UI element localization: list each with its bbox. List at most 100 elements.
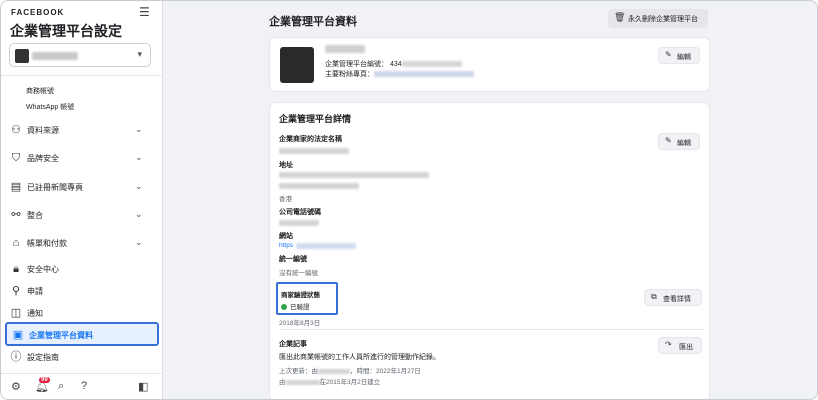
sidebar-item-label: 申請 xyxy=(27,287,43,296)
chevron-down-icon: ⌄ xyxy=(135,152,143,162)
business-summary-card: 企業管理平台編號： 434 主要粉絲專頁： ✎ 編輯 xyxy=(269,37,710,92)
verification-status-highlight: 商家驗證狀態 已驗證 xyxy=(276,282,338,315)
edit-label: 編輯 xyxy=(677,140,691,147)
account-name-redacted xyxy=(32,52,78,60)
verified-dot-icon xyxy=(281,304,287,310)
sidebar-divider xyxy=(1,75,163,76)
chevron-down-icon: ⌄ xyxy=(135,237,143,247)
sidebar-item-label: 已註冊新聞專頁 xyxy=(27,183,83,192)
details-title: 企業管理平台詳情 xyxy=(279,114,352,124)
sidebar-item-label: 安全中心 xyxy=(27,265,59,274)
verification-label: 商家驗證狀態 xyxy=(281,292,320,299)
window-frame: FACEBOOK ☰ 企業管理平台設定 ▾ 商務帳號 WhatsApp 帳號 ⚇… xyxy=(0,0,818,400)
website-link[interactable]: https xyxy=(279,242,293,249)
chevron-down-icon: ⌄ xyxy=(135,124,143,134)
sidebar-item-label: 帳單和付款 xyxy=(27,239,67,248)
created-suffix: 在2015年3月2日建立 xyxy=(319,379,381,386)
external-link-icon: ⧉ xyxy=(651,292,657,301)
notification-icon: ◫ xyxy=(10,307,22,319)
bank-icon: ⌂ xyxy=(12,237,20,249)
briefcase-icon: ▣ xyxy=(12,329,24,341)
phone-redacted xyxy=(279,220,319,226)
sidebar: FACEBOOK ☰ 企業管理平台設定 ▾ 商務帳號 WhatsApp 帳號 ⚇… xyxy=(1,1,163,399)
verification-date: 2018年8月3日 xyxy=(279,320,321,327)
primary-page-label: 主要粉絲專頁： xyxy=(325,71,374,78)
last-update-prefix: 上次更新：由 xyxy=(279,368,318,375)
edit-details-button[interactable]: ✎ 編輯 xyxy=(658,133,700,150)
section-divider xyxy=(279,329,703,330)
gear-icon[interactable]: ⚙ xyxy=(11,380,21,393)
business-name-redacted xyxy=(325,45,365,53)
sidebar-item-security-center[interactable]: 🔒︎ 安全中心 xyxy=(1,258,163,280)
sidebar-bottom-bar: ⚙ 🔔︎ 99 ⌕ ? ◧ xyxy=(1,373,163,399)
view-details-button[interactable]: ⧉ 查看詳情 xyxy=(644,289,702,306)
export-button[interactable]: ↷ 匯出 xyxy=(658,337,702,354)
last-update-line: 上次更新：由 ，時間：2022年1月27日 xyxy=(279,365,421,375)
pencil-icon: ✎ xyxy=(665,50,672,59)
lock-icon: 🔒︎ xyxy=(13,263,19,275)
sidebar-item-integrations[interactable]: ⚯ 整合 ⌄ xyxy=(1,204,163,226)
business-details-card: 企業管理平台詳情 企業商家的法定名稱 ✎ 編輯 地址 香港 公司電話號碼 網站 … xyxy=(269,102,710,399)
hamburger-menu-icon[interactable]: ☰ xyxy=(139,5,150,19)
redacted-user xyxy=(318,368,350,374)
legal-name-redacted xyxy=(279,148,349,154)
edit-summary-button[interactable]: ✎ 編輯 xyxy=(658,47,700,64)
legal-name-label: 企業商家的法定名稱 xyxy=(279,136,342,143)
edit-label: 編輯 xyxy=(677,54,691,61)
business-id-label: 企業管理平台編號： 434 xyxy=(325,61,402,68)
export-label: 匯出 xyxy=(679,344,693,351)
verification-status: 已驗證 xyxy=(281,301,310,311)
phone-label: 公司電話號碼 xyxy=(279,209,321,216)
unified-id-value: 沒有統一編號 xyxy=(279,270,318,277)
created-line: 由在2015年3月2日建立 xyxy=(279,376,380,386)
pencil-icon: ✎ xyxy=(665,136,672,145)
people-icon: ⚇ xyxy=(11,124,21,136)
sidebar-item-label: 整合 xyxy=(27,211,43,220)
delete-business-button[interactable]: 🗑︎ 永久刪除企業管理平台 xyxy=(608,9,708,28)
newspaper-icon: ▤ xyxy=(10,181,22,193)
help-icon: ⓘ xyxy=(10,351,22,363)
notification-badge: 99 xyxy=(39,377,50,383)
caret-down-icon: ▾ xyxy=(137,49,142,59)
account-avatar xyxy=(15,49,29,63)
address-line-redacted xyxy=(279,183,359,189)
website-label: 網站 xyxy=(279,233,293,240)
record-label: 企業記事 xyxy=(279,341,307,348)
sidebar-item-business-info[interactable]: ▣ 企業管理平台資料 xyxy=(5,322,159,346)
sidebar-item-notifications[interactable]: ◫ 通知 xyxy=(1,302,163,324)
brand-logo: FACEBOOK xyxy=(11,8,65,17)
business-id-line: 企業管理平台編號： 434 xyxy=(325,59,462,69)
sidebar-item-brand-safety[interactable]: ⛉ 品牌安全 ⌄ xyxy=(1,147,163,169)
address-line-redacted xyxy=(279,172,429,178)
record-description: 匯出此商業帳號的工作人員所進行的管理動作紀錄。 xyxy=(279,354,440,361)
chevron-down-icon: ⌄ xyxy=(135,209,143,219)
sidebar-item-setup-guide[interactable]: ⓘ 設定指南 xyxy=(1,346,163,368)
primary-page-line: 主要粉絲專頁： xyxy=(325,69,474,79)
panel-toggle-icon[interactable]: ◧ xyxy=(138,380,148,393)
account-selector[interactable]: ▾ xyxy=(9,43,151,67)
search-icon[interactable]: ⌕ xyxy=(58,380,64,393)
question-icon[interactable]: ? xyxy=(81,380,87,392)
verification-status-text: 已驗證 xyxy=(290,304,310,311)
sidebar-item-label: 企業管理平台資料 xyxy=(29,331,93,340)
sidebar-item-registered-news-pages[interactable]: ▤ 已註冊新聞專頁 ⌄ xyxy=(1,176,163,198)
sidebar-subitem-business-accounts[interactable]: 商務帳號 xyxy=(26,86,54,96)
sidebar-subitem-whatsapp-accounts[interactable]: WhatsApp 帳號 xyxy=(26,102,74,112)
sidebar-item-label: 資料來源 xyxy=(27,126,59,135)
chevron-down-icon: ⌄ xyxy=(135,181,143,191)
sidebar-item-requests[interactable]: ⚲ 申請 xyxy=(1,280,163,302)
sidebar-item-billing-payments[interactable]: ⌂ 帳單和付款 ⌄ xyxy=(1,232,163,254)
unified-id-label: 統一編號 xyxy=(279,256,307,263)
redacted-link[interactable] xyxy=(374,71,474,78)
sidebar-item-label: 設定指南 xyxy=(27,353,59,362)
share-arrow-icon: ↷ xyxy=(665,340,672,349)
page-title: 企業管理平台資料 xyxy=(269,16,357,28)
sidebar-item-data-sources[interactable]: ⚇ 資料來源 ⌄ xyxy=(1,119,163,141)
redacted-value xyxy=(401,61,462,68)
last-update-suffix: ，時間：2022年1月27日 xyxy=(350,368,421,375)
person-add-icon: ⚲ xyxy=(11,285,21,297)
address-label: 地址 xyxy=(279,162,293,169)
shield-icon: ⛉ xyxy=(11,152,21,164)
website-redacted xyxy=(296,243,356,249)
delete-button-label: 永久刪除企業管理平台 xyxy=(628,16,698,23)
